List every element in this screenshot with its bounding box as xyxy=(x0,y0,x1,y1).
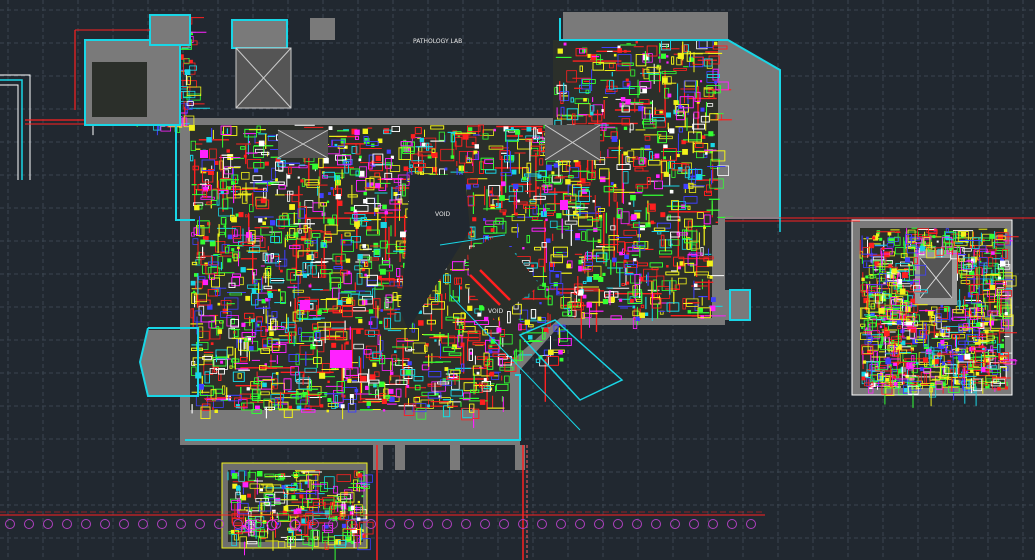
void-label-2: VOID xyxy=(488,308,503,315)
cad-canvas[interactable]: VOID VOID PATHOLOGY LAB xyxy=(0,0,1035,560)
floor-plan-drawing[interactable]: VOID VOID PATHOLOGY LAB xyxy=(0,0,1035,560)
left-service-lines xyxy=(0,74,90,180)
bottom-annex-building xyxy=(221,462,374,560)
void-label: VOID xyxy=(435,211,450,218)
grid-bubbles-row xyxy=(5,519,756,529)
pathology-lab-label: PATHOLOGY LAB xyxy=(413,38,462,45)
right-annex-building xyxy=(851,219,1019,408)
bottom-structures xyxy=(373,445,528,560)
top-left-annex xyxy=(74,14,191,126)
